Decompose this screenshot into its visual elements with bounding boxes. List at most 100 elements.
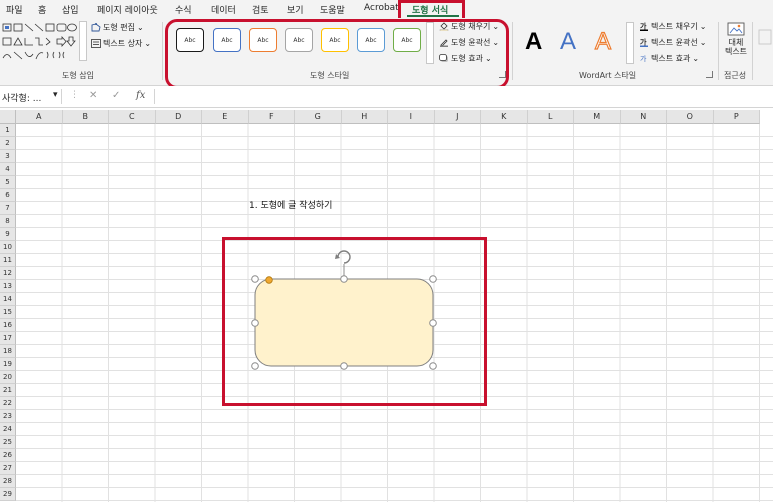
- formula-input[interactable]: [154, 89, 773, 104]
- chevron-down-icon: ⌄: [699, 22, 707, 31]
- ribbon-tab-bar: 파일 홈 삽입 페이지 레이아웃 수식 데이터 검토 보기 도움말 Acroba…: [0, 0, 773, 18]
- row-header-23[interactable]: 23: [0, 410, 16, 423]
- column-header-a[interactable]: A: [16, 110, 63, 124]
- column-header-e[interactable]: E: [202, 110, 249, 124]
- column-header-m[interactable]: M: [574, 110, 621, 124]
- group-divider: [718, 22, 719, 80]
- tab-page-layout[interactable]: 페이지 레이아웃: [97, 3, 158, 16]
- svg-text:가: 가: [640, 22, 647, 31]
- row-header-12[interactable]: 12: [0, 267, 16, 280]
- text-box-button[interactable]: 텍스트 상자 ⌄: [91, 38, 151, 49]
- row-header-14[interactable]: 14: [0, 293, 16, 306]
- group-divider: [512, 22, 513, 80]
- text-outline-icon: 가: [639, 37, 649, 47]
- column-header-j[interactable]: J: [434, 110, 481, 124]
- shape-highlight-box: [222, 237, 487, 406]
- row-header-27[interactable]: 27: [0, 462, 16, 475]
- column-header-l[interactable]: L: [527, 110, 574, 124]
- shapes-icon: [2, 23, 77, 60]
- column-header-i[interactable]: I: [388, 110, 435, 124]
- column-header-h[interactable]: H: [341, 110, 388, 124]
- text-effects-button[interactable]: 가 텍스트 효과 ⌄: [639, 53, 699, 64]
- insert-shapes-group-label: 도형 삽입: [62, 71, 94, 80]
- row-header-5[interactable]: 5: [0, 176, 16, 189]
- edit-shape-icon: [91, 23, 101, 32]
- row-header-2[interactable]: 2: [0, 137, 16, 150]
- row-header-18[interactable]: 18: [0, 345, 16, 358]
- column-header-o[interactable]: O: [667, 110, 714, 124]
- row-header-26[interactable]: 26: [0, 449, 16, 462]
- alt-text-label-line1: 대체: [728, 38, 744, 47]
- enter-icon[interactable]: ✓: [112, 90, 120, 101]
- dialog-launcher-icon[interactable]: [706, 71, 713, 78]
- text-fill-icon: 가: [639, 22, 649, 31]
- tab-review[interactable]: 검토: [252, 3, 269, 16]
- insert-function-icon[interactable]: fx: [136, 90, 145, 101]
- row-header-22[interactable]: 22: [0, 397, 16, 410]
- column-header-f[interactable]: F: [248, 110, 295, 124]
- row-header-3[interactable]: 3: [0, 150, 16, 163]
- text-fill-label: 텍스트 채우기: [651, 22, 698, 31]
- tab-view[interactable]: 보기: [287, 3, 304, 16]
- alt-text-label-line2: 텍스트: [724, 47, 748, 56]
- tab-insert[interactable]: 삽입: [62, 3, 79, 16]
- column-header-n[interactable]: N: [620, 110, 667, 124]
- cut-off-ribbon-button[interactable]: [758, 28, 772, 46]
- row-header-19[interactable]: 19: [0, 358, 16, 371]
- column-header-b[interactable]: B: [62, 110, 109, 124]
- row-header-10[interactable]: 10: [0, 241, 16, 254]
- edit-shape-button[interactable]: 도형 편집 ⌄: [91, 22, 144, 33]
- wordart-style-black[interactable]: A: [525, 28, 542, 56]
- wordart-gallery-scroll[interactable]: [626, 22, 634, 64]
- text-fill-button[interactable]: 가 텍스트 채우기 ⌄: [639, 21, 706, 32]
- row-header-28[interactable]: 28: [0, 475, 16, 488]
- tab-home[interactable]: 홈: [38, 3, 46, 16]
- row-header-13[interactable]: 13: [0, 280, 16, 293]
- tab-file[interactable]: 파일: [6, 3, 23, 16]
- select-all-corner[interactable]: [0, 110, 16, 124]
- column-header-c[interactable]: C: [109, 110, 156, 124]
- column-header-d[interactable]: D: [155, 110, 202, 124]
- column-header-k[interactable]: K: [481, 110, 528, 124]
- row-header-20[interactable]: 20: [0, 371, 16, 384]
- svg-text:가: 가: [640, 38, 647, 47]
- name-box-value: 사각형: ...: [2, 94, 42, 104]
- wordart-style-outline[interactable]: A: [594, 27, 611, 56]
- row-header-7[interactable]: 7: [0, 202, 16, 215]
- row-header-16[interactable]: 16: [0, 319, 16, 332]
- text-box-label: 텍스트 상자: [103, 39, 143, 48]
- row-header-21[interactable]: 21: [0, 384, 16, 397]
- group-divider: [752, 22, 753, 80]
- shape-gallery[interactable]: [2, 22, 80, 64]
- tab-data[interactable]: 데이터: [211, 3, 236, 16]
- row-header-17[interactable]: 17: [0, 332, 16, 345]
- text-outline-label: 텍스트 윤곽선: [651, 38, 698, 47]
- row-header-1[interactable]: 1: [0, 124, 16, 137]
- row-header-4[interactable]: 4: [0, 163, 16, 176]
- row-header-24[interactable]: 24: [0, 423, 16, 436]
- tab-help[interactable]: 도움말: [320, 3, 345, 16]
- text-outline-button[interactable]: 가 텍스트 윤곽선 ⌄: [639, 37, 706, 48]
- row-header-25[interactable]: 25: [0, 436, 16, 449]
- row-header-6[interactable]: 6: [0, 189, 16, 202]
- cancel-icon[interactable]: ✕: [89, 90, 97, 101]
- name-box[interactable]: 사각형: ... ▾: [0, 89, 62, 104]
- row-header-15[interactable]: 15: [0, 306, 16, 319]
- chevron-down-icon[interactable]: ▾: [53, 90, 58, 100]
- shape-gallery-scroll[interactable]: [79, 21, 87, 61]
- cell-f6-text[interactable]: 1. 도형에 글 작성하기: [249, 198, 332, 211]
- column-header-p[interactable]: P: [713, 110, 760, 124]
- row-header-9[interactable]: 9: [0, 228, 16, 241]
- row-header-11[interactable]: 11: [0, 254, 16, 267]
- group-divider: [162, 22, 163, 80]
- tab-acrobat[interactable]: Acrobat: [364, 3, 399, 13]
- tab-formulas[interactable]: 수식: [175, 3, 192, 16]
- alt-text-button[interactable]: 대체 텍스트: [723, 22, 749, 68]
- column-header-g[interactable]: G: [295, 110, 342, 124]
- wordart-style-blue[interactable]: A: [560, 28, 576, 56]
- excel-window: 파일 홈 삽입 페이지 레이아웃 수식 데이터 검토 보기 도움말 Acroba…: [0, 0, 773, 502]
- wordart-group-label: WordArt 스타일: [579, 71, 637, 80]
- row-header-8[interactable]: 8: [0, 215, 16, 228]
- row-header-29[interactable]: 29: [0, 488, 16, 501]
- svg-text:가: 가: [640, 54, 647, 63]
